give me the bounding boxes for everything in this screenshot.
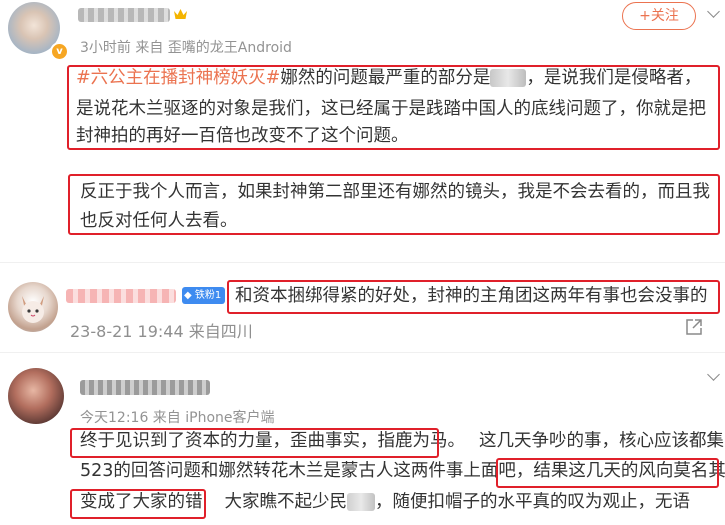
share-icon[interactable] <box>685 318 703 336</box>
post-meta: 今天12:16 来自 iPhone客户端 <box>80 410 275 426</box>
post-meta: 3小时前 来自 歪嘴的龙王Android <box>80 40 292 56</box>
fan-badge-label: 铁粉1 <box>194 290 222 301</box>
avatar[interactable] <box>8 368 64 424</box>
highlight-box <box>70 428 439 458</box>
highlight-box <box>496 458 719 488</box>
follow-label: +关注 <box>639 8 679 24</box>
username-blurred[interactable] <box>80 380 210 395</box>
highlight-box <box>68 174 720 235</box>
follow-button[interactable]: +关注 <box>622 2 696 30</box>
fan-badge: ◆ 铁粉1 <box>182 287 226 304</box>
divider <box>0 262 725 263</box>
verified-badge-icon: v <box>50 42 69 61</box>
crown-icon <box>173 6 188 20</box>
highlight-box <box>70 489 206 519</box>
diamond-icon: ◆ <box>184 290 192 301</box>
chevron-down-icon[interactable] <box>707 368 720 381</box>
username-blurred[interactable] <box>78 8 170 22</box>
username-blurred[interactable] <box>66 289 176 303</box>
highlight-box <box>67 65 720 150</box>
blurred-text <box>347 493 375 511</box>
highlight-box <box>227 280 720 314</box>
divider <box>0 352 725 353</box>
comment-meta: 23-8-21 19:44 来自四川 <box>70 322 253 341</box>
avatar[interactable] <box>8 282 58 332</box>
cat-avatar-icon <box>22 296 44 323</box>
chevron-down-icon[interactable] <box>707 5 720 18</box>
